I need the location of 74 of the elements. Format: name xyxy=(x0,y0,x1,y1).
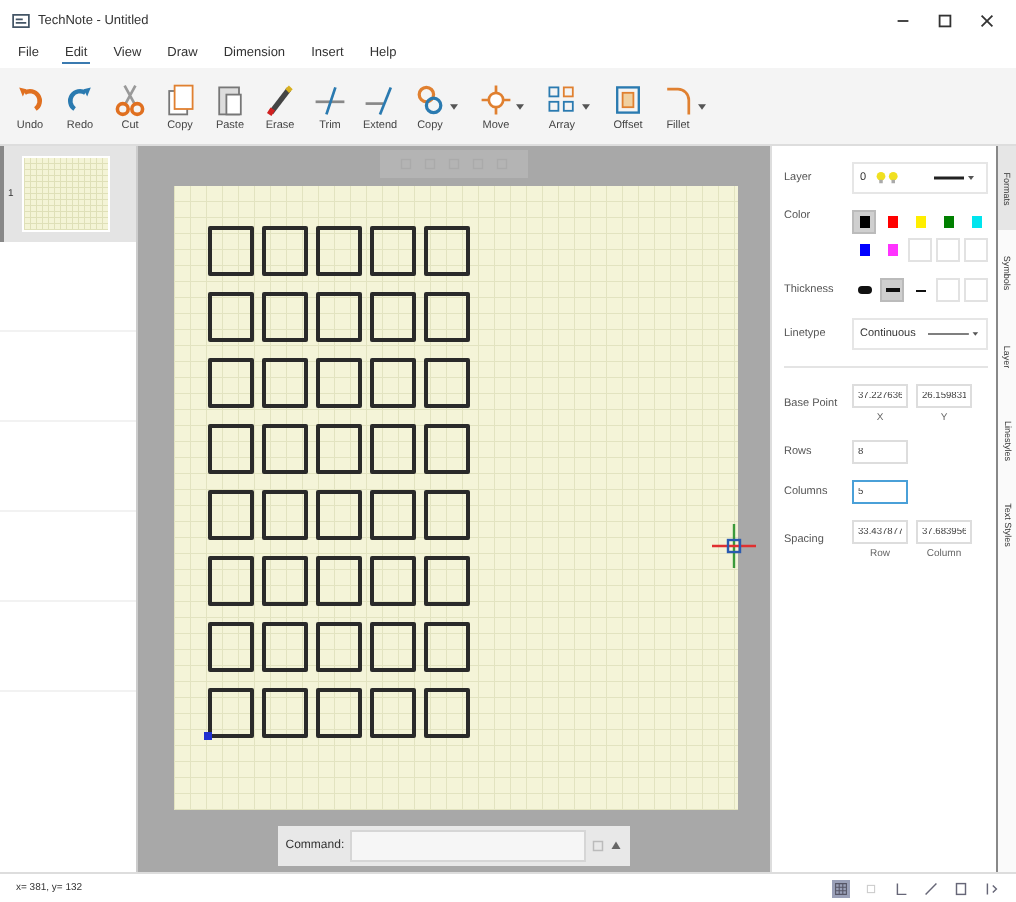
square-shape xyxy=(423,688,470,738)
line-icon[interactable] xyxy=(922,879,940,897)
grid-icon[interactable] xyxy=(832,879,850,897)
pencil-icon xyxy=(262,81,298,117)
dropdown-arrow-icon[interactable] xyxy=(582,103,590,109)
copy-icon xyxy=(162,81,198,117)
square-shape xyxy=(315,556,362,606)
square-shape xyxy=(261,226,308,276)
square-shape xyxy=(207,622,254,672)
empty-color-slot[interactable] xyxy=(964,238,988,262)
square-shape xyxy=(369,424,416,474)
square-shape xyxy=(423,490,470,540)
square-shape xyxy=(423,622,470,672)
square-shape xyxy=(261,622,308,672)
maximize-icon[interactable] xyxy=(936,11,954,29)
line-style-icon xyxy=(928,328,980,340)
dropdown-arrow-icon[interactable] xyxy=(450,103,458,109)
empty-color-slot[interactable] xyxy=(936,238,960,262)
line-thickness-icon xyxy=(915,289,925,291)
square-shape xyxy=(315,424,362,474)
square-shape xyxy=(315,490,362,540)
square-shape xyxy=(261,490,308,540)
close-icon[interactable] xyxy=(978,11,996,29)
circles-icon xyxy=(412,81,448,117)
line-style-icon xyxy=(928,172,980,184)
array-icon xyxy=(544,81,580,117)
extend-icon xyxy=(362,81,398,117)
square-shape xyxy=(261,688,308,738)
base-point-marker xyxy=(203,732,212,740)
empty-color-slot[interactable] xyxy=(908,238,932,262)
square-shape xyxy=(315,688,362,738)
square-shape xyxy=(261,292,308,342)
dropdown-arrow-icon[interactable] xyxy=(516,103,524,109)
square-shape xyxy=(369,226,416,276)
square-shape xyxy=(207,226,254,276)
square-shape xyxy=(207,358,254,408)
move-icon xyxy=(478,81,514,117)
dropdown-arrow-icon[interactable] xyxy=(698,103,706,109)
app-icon xyxy=(12,13,30,27)
square-shape xyxy=(261,424,308,474)
square-shape xyxy=(315,358,362,408)
square-shape xyxy=(369,490,416,540)
square-shape xyxy=(369,358,416,408)
rectangle-icon[interactable] xyxy=(952,879,970,897)
square-shape xyxy=(369,622,416,672)
square-shape xyxy=(423,556,470,606)
square-shape xyxy=(207,490,254,540)
color-swatch[interactable] xyxy=(852,210,876,234)
square-shape xyxy=(261,358,308,408)
square-shape xyxy=(423,424,470,474)
square-shape xyxy=(315,292,362,342)
square-shape xyxy=(207,424,254,474)
thickness-option[interactable] xyxy=(880,278,904,302)
square-shape xyxy=(369,556,416,606)
more-icon[interactable] xyxy=(982,879,1000,897)
square-shape xyxy=(369,292,416,342)
trim-icon xyxy=(312,81,348,117)
square-shape xyxy=(207,688,254,738)
expand-up-icon[interactable] xyxy=(609,840,622,852)
square-shape xyxy=(423,292,470,342)
square-shape xyxy=(315,226,362,276)
square-shape xyxy=(315,622,362,672)
scissors-icon xyxy=(112,81,148,117)
command-input[interactable] xyxy=(350,830,586,862)
paste-icon xyxy=(212,81,248,117)
offset-icon xyxy=(610,81,646,117)
square-shape xyxy=(423,358,470,408)
square-shape xyxy=(423,226,470,276)
square-shape xyxy=(207,292,254,342)
ortho-icon[interactable] xyxy=(892,879,910,897)
crosshair-icon xyxy=(709,522,758,570)
square-shape xyxy=(369,688,416,738)
square-shape xyxy=(261,556,308,606)
square-shape xyxy=(207,556,254,606)
